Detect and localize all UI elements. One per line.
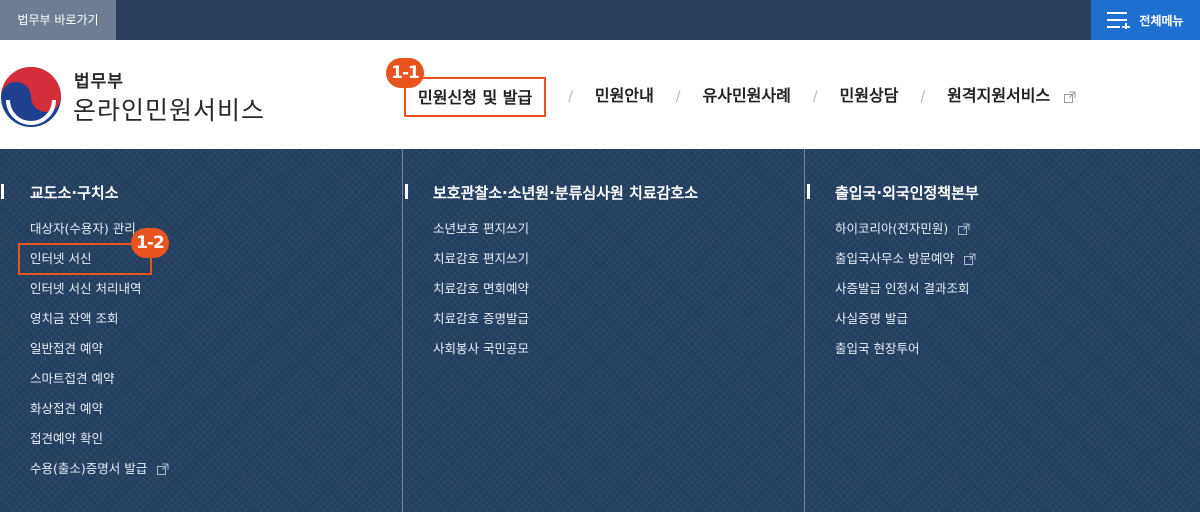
menu-column-immigration: 출입국·외국인정책본부 하이코리아(전자민원) 출입국사무소 방문예약 사증발급… bbox=[804, 149, 1200, 512]
menu-item-label: 수용(출소)증명서 발급 bbox=[30, 461, 148, 476]
menu-item-label: 하이코리아(전자민원) bbox=[835, 221, 949, 236]
menu-item-release-certificate[interactable]: 수용(출소)증명서 발급 bbox=[30, 459, 169, 489]
annotation-badge-1-1: 1-1 bbox=[386, 58, 424, 88]
external-link-icon bbox=[1063, 91, 1076, 103]
menu-item-label: 출입국사무소 방문예약 bbox=[835, 251, 954, 266]
top-utility-bar: 법무부 바로가기 전체메뉴 bbox=[0, 0, 1200, 40]
menu-column-title: 출입국·외국인정책본부 bbox=[807, 184, 979, 202]
menu-list: 하이코리아(전자민원) 출입국사무소 방문예약 사증발급 인정서 결과조회 사실… bbox=[835, 219, 976, 369]
menu-column-title: 교도소·구치소 bbox=[1, 184, 119, 202]
global-navigation: 민원신청 및 발급 / 민원안내 / 유사민원사례 / 민원상담 / 원격지원서… bbox=[404, 77, 1076, 117]
gnb-item-remote-support[interactable]: 원격지원서비스 bbox=[947, 77, 1076, 117]
moj-homepage-link[interactable]: 법무부 바로가기 bbox=[0, 0, 116, 40]
site-header: 법무부 온라인민원서비스 민원신청 및 발급 / 민원안내 / 유사민원사례 /… bbox=[0, 40, 1200, 149]
menu-item-visa-result[interactable]: 사증발급 인정서 결과조회 bbox=[835, 279, 976, 309]
hamburger-plus-icon bbox=[1107, 12, 1131, 29]
gnb-separator: / bbox=[920, 89, 926, 105]
menu-item-site-tour[interactable]: 출입국 현장투어 bbox=[835, 339, 976, 369]
menu-item-community-service[interactable]: 사회봉사 국민공모 bbox=[433, 339, 529, 369]
annotation-badge-1-2: 1-2 bbox=[131, 228, 169, 258]
gnb-item-remote-support-label: 원격지원서비스 bbox=[947, 86, 1051, 105]
external-link-icon bbox=[157, 463, 169, 475]
menu-item-treatment-certificate[interactable]: 치료감호 증명발급 bbox=[433, 309, 529, 339]
menu-item-office-visit-reservation[interactable]: 출입국사무소 방문예약 bbox=[835, 249, 976, 279]
external-link-icon bbox=[958, 223, 970, 235]
gnb-item-similar-cases[interactable]: 유사민원사례 bbox=[703, 77, 791, 117]
menu-item-smart-visit[interactable]: 스마트접견 예약 bbox=[30, 369, 169, 399]
gnb-separator: / bbox=[675, 89, 681, 105]
gnb-separator: / bbox=[812, 89, 818, 105]
menu-item-video-visit[interactable]: 화상접견 예약 bbox=[30, 399, 169, 429]
menu-list: 소년보호 편지쓰기 치료감호 편지쓰기 치료감호 면회예약 치료감호 증명발급 … bbox=[433, 219, 529, 369]
gnb-item-apply-issue[interactable]: 민원신청 및 발급 bbox=[404, 77, 547, 117]
gnb-item-guide[interactable]: 민원안내 bbox=[595, 77, 654, 117]
menu-item-general-visit[interactable]: 일반접견 예약 bbox=[30, 339, 169, 369]
menu-column-probation: 보호관찰소·소년원·분류심사원 치료감호소 소년보호 편지쓰기 치료감호 편지쓰… bbox=[402, 149, 804, 512]
menu-item-treatment-visit[interactable]: 치료감호 면회예약 bbox=[433, 279, 529, 309]
taegeuk-logo-icon[interactable] bbox=[0, 66, 62, 128]
menu-item-fact-certificate[interactable]: 사실증명 발급 bbox=[835, 309, 976, 339]
menu-item-internet-letter-history[interactable]: 인터넷 서신 처리내역 bbox=[30, 279, 169, 309]
menu-item-visit-confirm[interactable]: 접견예약 확인 bbox=[30, 429, 169, 459]
mega-menu-panel: 교도소·구치소 대상자(수용자) 관리 인터넷 서신 인터넷 서신 처리내역 영… bbox=[0, 149, 1200, 512]
external-link-icon bbox=[963, 253, 976, 265]
menu-column-title: 보호관찰소·소년원·분류심사원 치료감호소 bbox=[404, 184, 699, 202]
menu-item-juvenile-letter[interactable]: 소년보호 편지쓰기 bbox=[433, 219, 529, 249]
menu-item-hikorea[interactable]: 하이코리아(전자민원) bbox=[835, 219, 976, 249]
all-menu-button[interactable]: 전체메뉴 bbox=[1091, 0, 1200, 40]
logo-ministry-name: 법무부 bbox=[74, 72, 124, 92]
logo-service-name[interactable]: 온라인민원서비스 bbox=[73, 91, 265, 127]
all-menu-label: 전체메뉴 bbox=[1139, 13, 1184, 28]
menu-item-treatment-letter[interactable]: 치료감호 편지쓰기 bbox=[433, 249, 529, 279]
menu-item-deposit-balance[interactable]: 영치금 잔액 조회 bbox=[30, 309, 169, 339]
gnb-separator: / bbox=[568, 89, 573, 105]
gnb-item-consultation[interactable]: 민원상담 bbox=[840, 77, 899, 117]
menu-column-prison: 교도소·구치소 대상자(수용자) 관리 인터넷 서신 인터넷 서신 처리내역 영… bbox=[0, 149, 402, 512]
